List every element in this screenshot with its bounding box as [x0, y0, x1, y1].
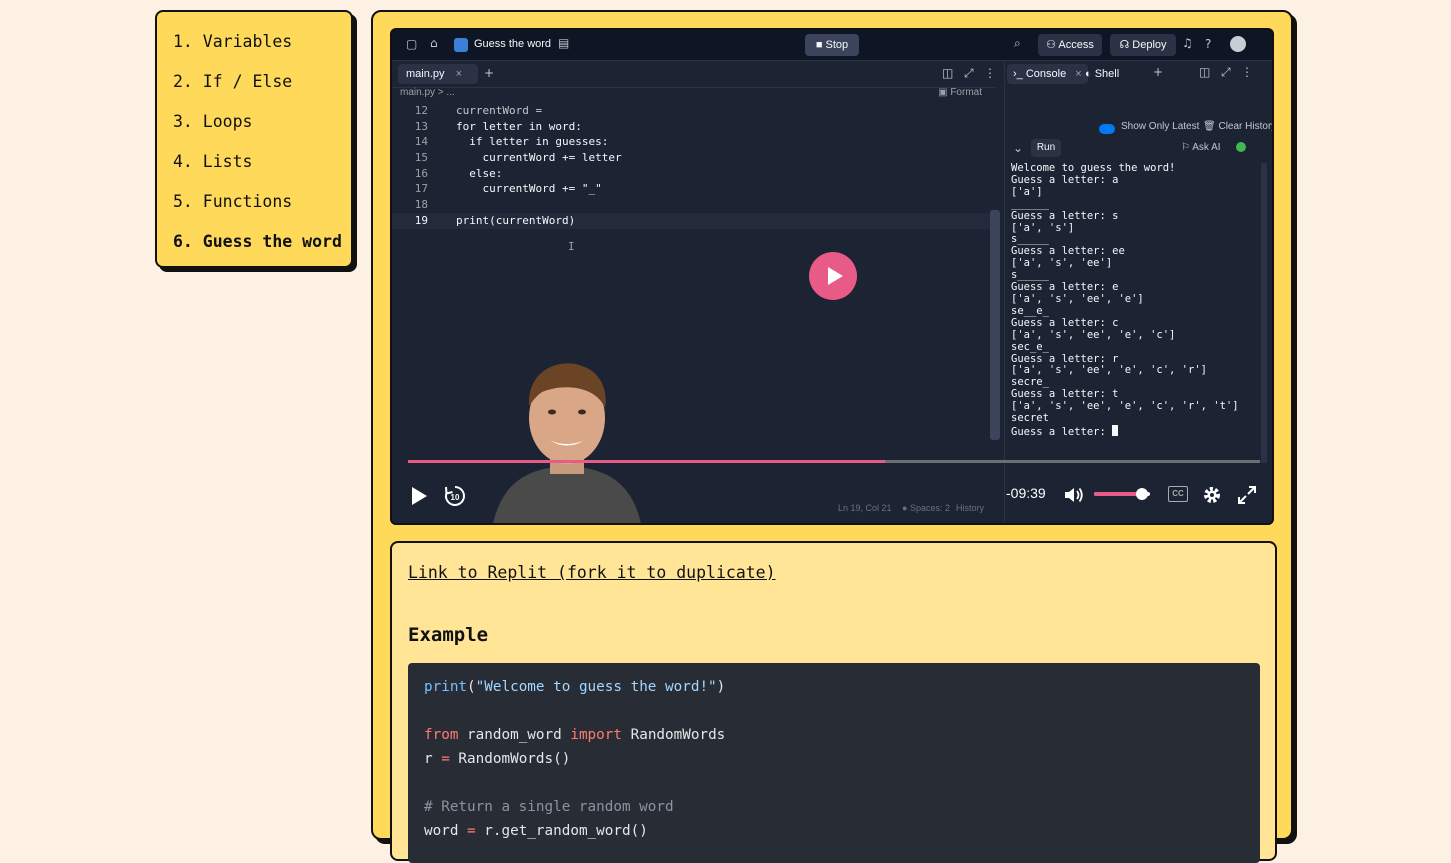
example-heading: Example: [408, 624, 489, 646]
expand-icon: ⤢: [964, 66, 974, 80]
example-code-block: print("Welcome to guess the word!") from…: [408, 663, 1260, 863]
sidebar-item-loops[interactable]: 3. Loops: [173, 106, 351, 146]
stop-button: ■ Stop: [805, 34, 859, 56]
settings-gear-icon[interactable]: [1202, 485, 1222, 505]
history-button: History: [956, 503, 985, 513]
run-button: Run: [1031, 139, 1061, 157]
lesson-content-card: Link to Replit (fork it to duplicate) Ex…: [390, 541, 1277, 863]
tab-console: ›_ Console ×: [1007, 64, 1088, 84]
bell-icon: ♫: [1182, 36, 1193, 50]
code-line: 14 if letter in guesses:: [414, 135, 609, 149]
indent-setting: ● Spaces: 2: [902, 503, 950, 513]
sidebar-item-if-else[interactable]: 2. If / Else: [173, 66, 351, 106]
shell-icon: ◐: [1085, 68, 1092, 80]
split-pane-icon: ◫: [942, 66, 954, 80]
presenter-facecam: [493, 363, 641, 523]
status-dot: [1236, 142, 1246, 152]
breadcrumb: main.py > ...: [400, 87, 455, 98]
volume-knob[interactable]: [1135, 488, 1148, 500]
video-progress-fill: [408, 460, 886, 463]
home-icon: ⌂: [430, 36, 438, 50]
sidebar-toggle-icon: ▢: [406, 37, 418, 51]
repl-info-icon: ▤: [558, 36, 570, 50]
code-lines: 12 currentWord = 13 for letter in word: 14…: [392, 103, 992, 229]
chevron-down-icon: ⌄: [1013, 141, 1024, 155]
captions-button[interactable]: CC: [1168, 486, 1188, 502]
search-icon: ⌕: [1014, 36, 1021, 50]
expand-icon: ⤢: [1221, 65, 1231, 79]
code-line: 18: [414, 198, 428, 212]
format-button: ▣ Format: [938, 87, 982, 98]
cursor-position: Ln 19, Col 21: [838, 503, 892, 513]
volume-icon[interactable]: [1064, 486, 1084, 504]
rewind-10-icon[interactable]: 10: [443, 484, 467, 508]
split-pane-icon: ◫: [1199, 65, 1211, 79]
code-line-current: 19 print(currentWord): [392, 212, 992, 229]
replit-fork-link[interactable]: Link to Replit (fork it to duplicate): [408, 563, 776, 582]
new-tab-icon: +: [1153, 65, 1164, 79]
lesson-main-panel: ▢ ⌂ Guess the word ▤ ■ Stop ⌕ ⚇ Access ☊…: [371, 10, 1293, 863]
play-icon[interactable]: [410, 486, 428, 506]
sidebar-item-guess-the-word[interactable]: 6. Guess the word: [173, 226, 351, 266]
show-only-latest-label: Show Only Latest: [1121, 121, 1200, 132]
text-cursor-icon: I: [568, 240, 575, 253]
console-output: Welcome to guess the word! Guess a lette…: [1011, 162, 1239, 438]
code-line: 15 currentWord += letter: [414, 151, 622, 165]
volume-slider[interactable]: [1094, 488, 1150, 500]
volume-fill: [1094, 492, 1142, 496]
editor-scrollbar: [990, 210, 1000, 440]
console-pane: ›_ Console × ◐ Shell + ◫ ⤢ ⋮ Show Only L…: [1004, 61, 1274, 523]
python-logo-icon: [454, 38, 468, 52]
show-only-latest-toggle: [1099, 124, 1115, 134]
avatar: [1230, 36, 1246, 52]
tab-shell: ◐ Shell: [1085, 68, 1120, 80]
close-icon: ×: [455, 68, 463, 80]
fullscreen-icon[interactable]: [1238, 486, 1256, 504]
terminal-cursor: [1112, 424, 1119, 436]
video-player[interactable]: ▢ ⌂ Guess the word ▤ ■ Stop ⌕ ⚇ Access ☊…: [390, 28, 1274, 525]
sidebar-item-lists[interactable]: 4. Lists: [173, 146, 351, 186]
sidebar-item-functions[interactable]: 5. Functions: [173, 186, 351, 226]
svg-text:10: 10: [451, 493, 460, 502]
example-code: print("Welcome to guess the word!") from…: [424, 679, 726, 839]
code-line: 12 currentWord =: [414, 104, 549, 117]
video-progress-bar[interactable]: [408, 460, 1260, 463]
clear-history-button: 🗑 Clear History: [1203, 121, 1274, 132]
help-icon: ?: [1205, 37, 1212, 51]
big-play-button[interactable]: [809, 252, 857, 300]
sidebar-item-variables[interactable]: 1. Variables: [173, 26, 351, 66]
replit-topbar: ▢ ⌂ Guess the word ▤ ■ Stop ⌕ ⚇ Access ☊…: [392, 30, 1272, 61]
close-icon: ×: [1075, 68, 1082, 80]
console-scrollbar: [1261, 163, 1267, 463]
lesson-sidebar: 1. Variables 2. If / Else 3. Loops 4. Li…: [155, 10, 353, 268]
deploy-button: ☊ Deploy: [1110, 34, 1176, 56]
access-button: ⚇ Access: [1038, 34, 1102, 56]
code-line: 16 else:: [414, 166, 503, 180]
time-remaining: -09:39: [1006, 485, 1046, 501]
code-line: 13 for letter in word:: [414, 119, 582, 133]
tab-main-py: main.py ×: [398, 64, 478, 84]
repl-title: Guess the word: [474, 38, 552, 50]
ask-ai-button: ⚐ Ask AI: [1181, 142, 1221, 153]
code-line: 17 currentWord += "_": [414, 182, 602, 196]
more-icon: ⋮: [1241, 65, 1253, 79]
new-tab-icon: +: [484, 66, 495, 80]
more-icon: ⋮: [984, 66, 996, 80]
